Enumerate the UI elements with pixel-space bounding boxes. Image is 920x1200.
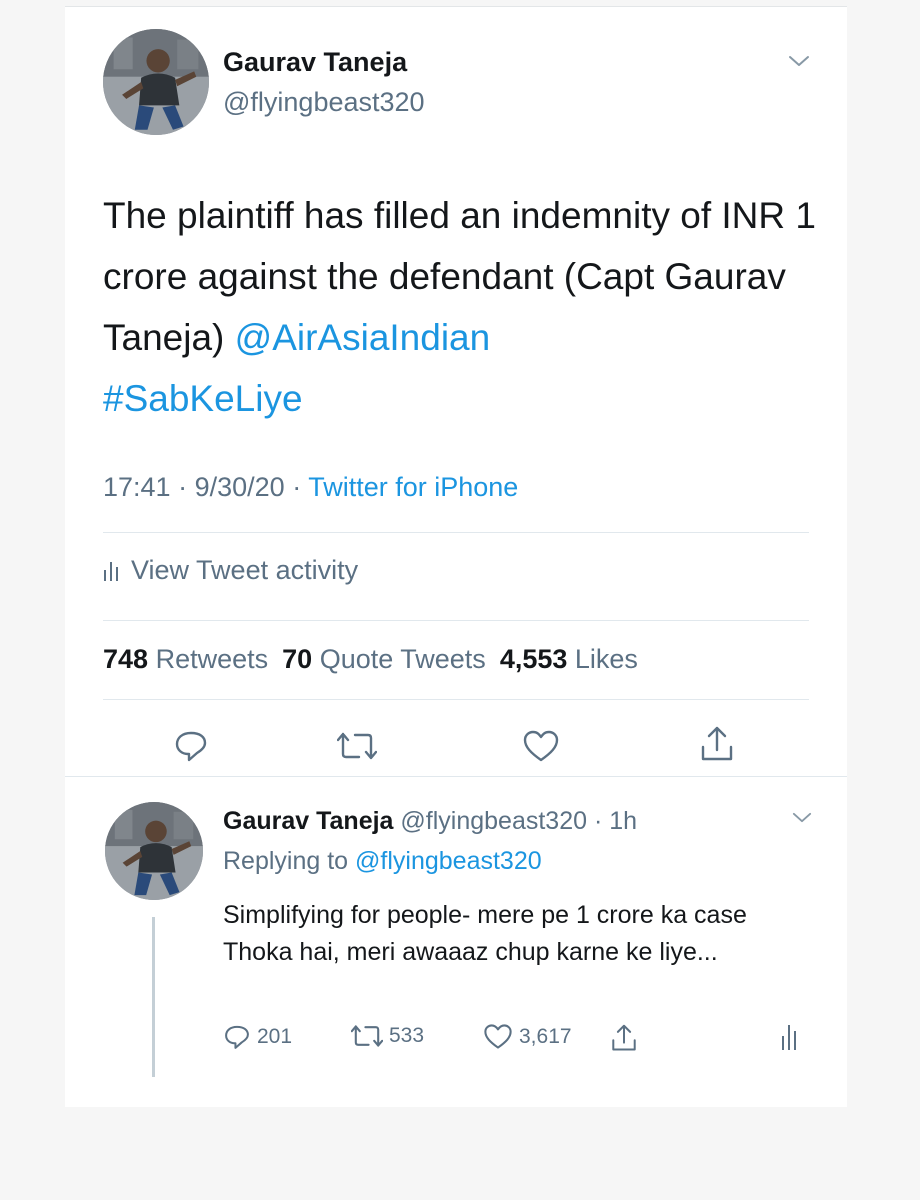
replying-prefix: Replying to xyxy=(223,847,349,875)
tweet-text: The plaintiff has filled an indemnity of… xyxy=(103,185,823,429)
retweet-icon xyxy=(351,1025,383,1047)
quotes-stat[interactable]: 70 Quote Tweets xyxy=(282,644,486,674)
reply-like-action[interactable]: 3,617 xyxy=(483,1023,572,1050)
activity-label: View Tweet activity xyxy=(131,555,359,585)
likes-stat[interactable]: 4,553 Likes xyxy=(500,644,638,674)
divider xyxy=(103,620,809,621)
retweet-icon[interactable] xyxy=(337,730,377,762)
reply-header: Gaurav Taneja @flyingbeast320 · 1h xyxy=(223,807,637,836)
heart-icon xyxy=(484,1024,512,1049)
divider xyxy=(103,532,809,533)
heart-icon[interactable] xyxy=(522,729,560,763)
reply-analytics-action[interactable] xyxy=(781,1023,797,1051)
retweets-label: Retweets xyxy=(155,644,269,674)
chevron-down-icon[interactable] xyxy=(792,811,812,824)
divider xyxy=(103,699,809,700)
quotes-count: 70 xyxy=(282,644,313,674)
reply-retweets-count: 533 xyxy=(389,1024,425,1047)
thread-line xyxy=(152,917,155,1077)
divider xyxy=(65,776,847,777)
mention-link[interactable]: @AirAsiaIndian xyxy=(235,317,491,358)
retweets-stat[interactable]: 748 Retweets xyxy=(103,644,268,674)
reply-text: Simplifying for people- mere pe 1 crore … xyxy=(223,901,747,966)
avatar-photo xyxy=(103,29,209,135)
share-icon[interactable] xyxy=(700,725,734,763)
avatar-photo xyxy=(105,802,203,900)
reply-author-handle[interactable]: @flyingbeast320 xyxy=(400,807,587,835)
reply-likes-count: 3,617 xyxy=(519,1024,572,1048)
quotes-label: Quote Tweets xyxy=(319,644,486,674)
reply-author-name[interactable]: Gaurav Taneja xyxy=(223,807,393,835)
reply-avatar[interactable] xyxy=(105,802,203,900)
tweet-card: Gaurav Taneja @flyingbeast320 The plaint… xyxy=(65,6,847,1107)
reply-reply-action[interactable]: 201 xyxy=(223,1023,292,1051)
hashtag-link[interactable]: #SabKeLiye xyxy=(103,378,303,419)
likes-label: Likes xyxy=(574,644,638,674)
retweets-count: 748 xyxy=(103,644,149,674)
replying-handle[interactable]: @flyingbeast320 xyxy=(355,847,542,875)
reply-icon xyxy=(225,1025,249,1049)
share-icon xyxy=(612,1024,636,1051)
replying-to: Replying to @flyingbeast320 xyxy=(223,847,542,876)
meta-separator: · xyxy=(178,472,188,502)
likes-count: 4,553 xyxy=(499,644,568,674)
reply-icon[interactable] xyxy=(173,728,209,764)
chevron-down-icon[interactable] xyxy=(788,54,810,68)
tweet-meta: 17:41 · 9/30/20 · Twitter for iPhone xyxy=(103,472,518,503)
avatar[interactable] xyxy=(103,29,209,135)
reply-replies-count: 201 xyxy=(257,1025,293,1048)
tweet-source[interactable]: Twitter for iPhone xyxy=(308,472,518,502)
reply-share-action[interactable] xyxy=(611,1023,637,1053)
author-handle[interactable]: @flyingbeast320 xyxy=(223,87,425,118)
meta-separator: · xyxy=(292,472,302,502)
tweet-time[interactable]: 17:41 xyxy=(103,472,171,502)
reply-retweet-action[interactable]: 533 xyxy=(351,1023,424,1049)
tweet-stats: 748 Retweets 70 Quote Tweets 4,553 Likes xyxy=(103,644,638,675)
analytics-icon xyxy=(104,561,118,581)
view-tweet-activity[interactable]: View Tweet activity xyxy=(103,555,358,586)
tweet-date[interactable]: 9/30/20 xyxy=(195,472,285,502)
analytics-icon xyxy=(782,1025,796,1050)
reply-time[interactable]: · 1h xyxy=(594,807,637,835)
author-name[interactable]: Gaurav Taneja xyxy=(223,47,407,78)
